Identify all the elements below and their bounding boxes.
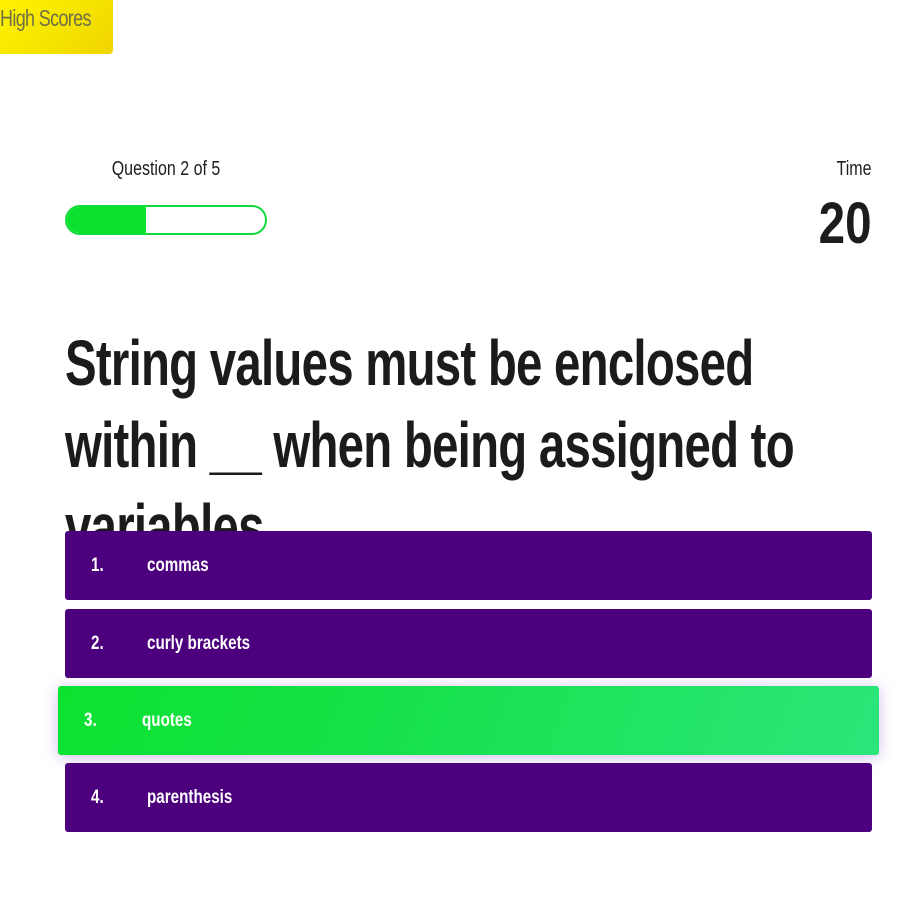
quiz-page: High Scores Question 2 of 5 Time 20 Stri… [0,0,917,897]
progress-bar [65,205,267,235]
choice-text: commas [147,555,209,576]
progress-panel: Question 2 of 5 [65,152,267,235]
choice-prefix: 2. [91,633,104,654]
choice-text: quotes [142,710,192,731]
choice-prefix: 1. [91,555,104,576]
high-scores-label: High Scores [0,5,91,31]
progress-bar-fill [67,207,147,233]
choice-prefix: 4. [91,787,104,808]
choice-4[interactable]: 4. parenthesis [65,763,872,832]
time-label: Time [837,158,872,180]
timer-panel: Time 20 [807,152,872,254]
high-scores-link[interactable]: High Scores [0,0,113,54]
choice-2[interactable]: 2. curly brackets [65,609,872,678]
choice-1[interactable]: 1. commas [65,531,872,600]
time-value: 20 [819,191,872,256]
choice-text: curly brackets [147,633,251,654]
choice-prefix: 3. [84,710,97,731]
choice-text: parenthesis [147,787,233,808]
choice-3[interactable]: 3. quotes [58,686,879,755]
progress-text: Question 2 of 5 [111,158,221,180]
